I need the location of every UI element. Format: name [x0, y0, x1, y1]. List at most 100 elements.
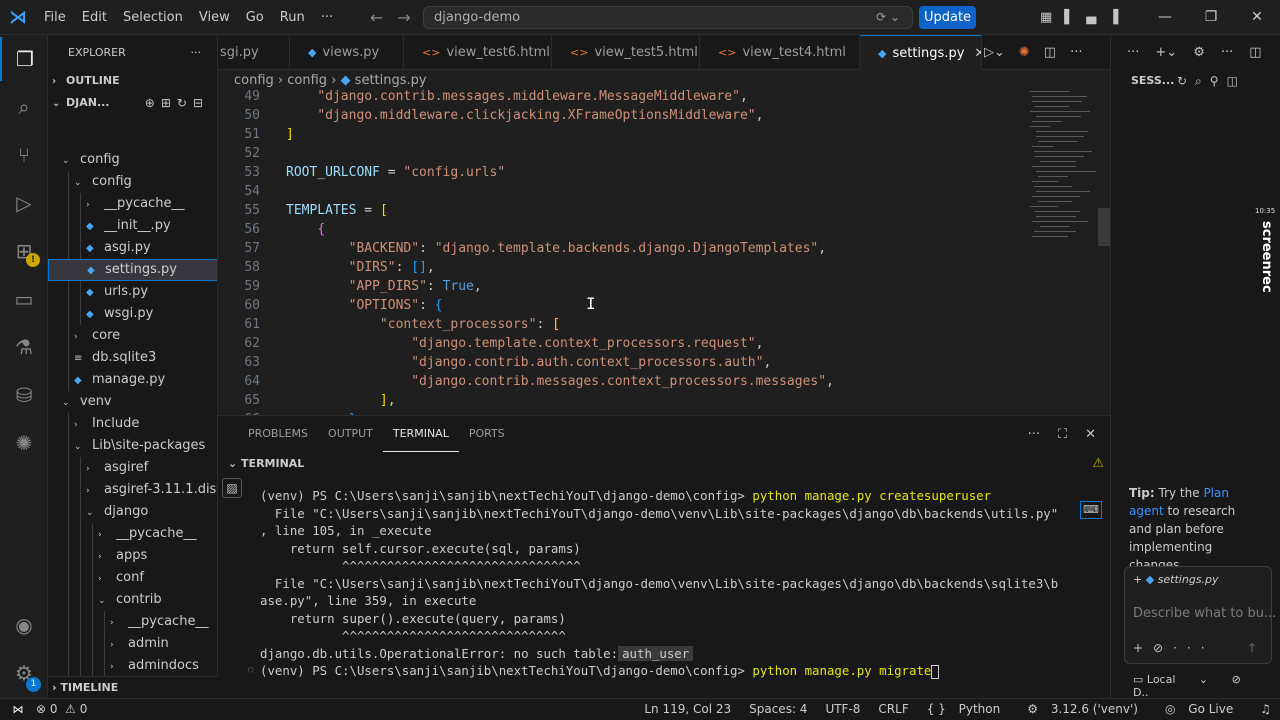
command-center-search[interactable]: django-demo ⟳ ⌄ [423, 6, 913, 29]
tree-item[interactable]: ⌄ Lib\site-packages [48, 435, 217, 457]
cursor-position[interactable]: Ln 119, Col 23 [635, 699, 740, 720]
copilot-edit-icon[interactable]: ✺ [1019, 45, 1030, 60]
command-decoration-icon[interactable]: ○ [248, 662, 253, 680]
tree-item[interactable]: ⌄ django [48, 501, 217, 523]
copilot-icon[interactable]: ⟳ ⌄ [876, 7, 900, 28]
toggle-sidebar-icon[interactable]: ▌ [1064, 10, 1074, 25]
tree-item[interactable]: › asgiref-3.11.1.dist-i... [48, 479, 217, 501]
more-actions-icon[interactable]: ··· [1221, 45, 1233, 60]
source-control-icon[interactable]: ⑂ [0, 133, 48, 177]
run-debug-icon[interactable]: ▷ [0, 181, 48, 225]
terminal-section-header[interactable]: ⌄ TERMINAL ⚠ [218, 453, 1110, 475]
toggle-layout-icon[interactable]: ◫ [1249, 45, 1261, 60]
editor-tab[interactable]: sgi.py [218, 35, 290, 70]
explorer-actions[interactable]: ⊕⊞↻⊟ [145, 92, 209, 114]
minimap[interactable] [1020, 87, 1098, 267]
tree-item[interactable]: › asgiref [48, 457, 217, 479]
more-actions-icon[interactable]: ··· [1070, 45, 1082, 60]
sessions-actions[interactable]: ↻⌕⚲◫ [1177, 70, 1246, 92]
python-interpreter[interactable]: ⚙ 3.12.6 ('venv') [1018, 699, 1156, 720]
editor-tab[interactable]: <> view_test4.html [700, 35, 860, 70]
customize-layout-icon[interactable]: ▦ [1040, 10, 1052, 25]
tab-ports[interactable]: PORTS [459, 416, 515, 452]
extensions-icon[interactable]: ⊞! [0, 229, 48, 273]
language-mode[interactable]: { } Python [918, 699, 1019, 720]
tree-item[interactable]: ◆ urls.py [48, 281, 217, 303]
close-tab-icon[interactable]: ✕ [974, 46, 981, 61]
tree-item[interactable]: ◆ __init__.py [48, 215, 217, 237]
mode-select[interactable]: ▭ Local ⌄ [1133, 673, 1208, 686]
more-actions-icon[interactable]: ··· [191, 35, 202, 70]
update-button[interactable]: Update [919, 6, 976, 29]
more-actions-icon[interactable]: ··· [1028, 427, 1040, 442]
tab-problems[interactable]: PROBLEMS [238, 416, 318, 452]
tree-item[interactable]: › __pycache__ [48, 523, 217, 545]
tab-output[interactable]: OUTPUT [318, 416, 383, 452]
explorer-icon[interactable]: ❐ [0, 37, 48, 81]
terminal-instance-icon[interactable]: ⌨ [1080, 501, 1102, 519]
manage-gear-icon[interactable]: ⚙ 1 [0, 651, 48, 695]
gear-icon[interactable]: ⚙ [1193, 45, 1205, 60]
tab-terminal[interactable]: TERMINAL [382, 416, 459, 452]
run-file-icon[interactable]: ▷⌄ [984, 45, 1005, 60]
tree-item[interactable]: › core [48, 325, 217, 347]
more-actions-icon[interactable]: ··· [1127, 45, 1139, 60]
close-window-icon[interactable]: ✕ [1234, 0, 1280, 35]
tree-item[interactable]: ◆ settings.py [48, 259, 217, 281]
timeline-section[interactable]: › TIMELINE [48, 676, 218, 698]
chat-input-actions[interactable]: +⊘··· [1133, 641, 1215, 655]
database-icon[interactable]: ⛁ [0, 373, 48, 417]
back-arrow-icon[interactable]: ← [370, 8, 383, 27]
tree-item[interactable]: ◆ manage.py [48, 369, 217, 391]
menu-view[interactable]: View [191, 0, 238, 35]
tree-item[interactable]: ≡ db.sqlite3 [48, 347, 217, 369]
notifications-icon[interactable]: ♫ [1251, 699, 1280, 720]
toggle-secondary-sidebar-icon[interactable]: ▐ [1108, 10, 1118, 25]
tree-item[interactable]: › conf [48, 567, 217, 589]
end-of-line[interactable]: CRLF [869, 699, 917, 720]
project-section[interactable]: ⌄ DJAN... ⊕⊞↻⊟ [48, 92, 217, 114]
editor-tab[interactable]: ◆ views.py [290, 35, 404, 70]
split-editor-icon[interactable]: ◫ [1044, 45, 1056, 60]
restore-icon[interactable]: ❐ [1188, 0, 1234, 35]
indentation[interactable]: Spaces: 4 [740, 699, 816, 720]
tree-item[interactable]: ⌄ contrib [48, 589, 217, 611]
breadcrumb-item[interactable]: config [287, 73, 327, 88]
remote-icon[interactable]: ⋈ [0, 699, 36, 720]
remote-explorer-icon[interactable]: ▭ [0, 277, 48, 321]
testing-icon[interactable]: ⚗ [0, 325, 48, 369]
terminal-image-icon[interactable]: ▨ [222, 478, 242, 498]
breadcrumb-item[interactable]: config [234, 73, 274, 88]
send-icon[interactable]: ↑ [1247, 641, 1257, 655]
account-icon[interactable]: ◉ [0, 603, 48, 647]
menu-file[interactable]: File [36, 0, 74, 35]
tree-item[interactable]: ⌄ venv [48, 391, 217, 413]
minimize-icon[interactable]: — [1142, 0, 1188, 35]
tree-item[interactable]: › admindocs [48, 655, 217, 677]
copilot-sparkle-icon[interactable]: ✺ [0, 421, 48, 465]
new-chat-icon[interactable]: +⌄ [1155, 45, 1177, 60]
editor-tab[interactable]: <> view_test6.html [404, 35, 552, 70]
tree-item[interactable]: › apps [48, 545, 217, 567]
tree-item[interactable]: › __pycache__ [48, 611, 217, 633]
context-chip[interactable]: + ◆ settings.py [1133, 573, 1219, 586]
maximize-panel-icon[interactable]: ⛶ [1058, 427, 1067, 442]
tree-item[interactable]: ⌄ config [48, 171, 217, 193]
close-panel-icon[interactable]: ✕ [1085, 427, 1096, 442]
tree-item[interactable]: ⌄ config [48, 149, 217, 171]
menu-edit[interactable]: Edit [74, 0, 115, 35]
code-editor[interactable]: 49 "django.contrib.messages.middleware.M… [218, 87, 1098, 415]
menu-selection[interactable]: Selection [115, 0, 191, 35]
problems-status[interactable]: ⊗ 0 ⚠ 0 [36, 699, 87, 720]
tree-item[interactable]: › Include [48, 413, 217, 435]
encoding[interactable]: UTF-8 [816, 699, 869, 720]
breadcrumb-item[interactable]: settings.py [355, 73, 427, 88]
terminal-output[interactable]: (venv) PS C:\Users\sanji\sanjib\nextTech… [248, 487, 1060, 680]
editor-scrollbar[interactable] [1098, 208, 1110, 246]
menu-run[interactable]: Run [272, 0, 313, 35]
tree-item[interactable]: ◆ wsgi.py [48, 303, 217, 325]
chat-input-box[interactable]: + ◆ settings.py Describe what to bu... +… [1124, 566, 1276, 664]
chat-input[interactable]: Describe what to bu... [1133, 606, 1276, 621]
outline-section[interactable]: › OUTLINE [48, 70, 217, 92]
editor-tab[interactable]: <> view_test5.html [552, 35, 700, 70]
